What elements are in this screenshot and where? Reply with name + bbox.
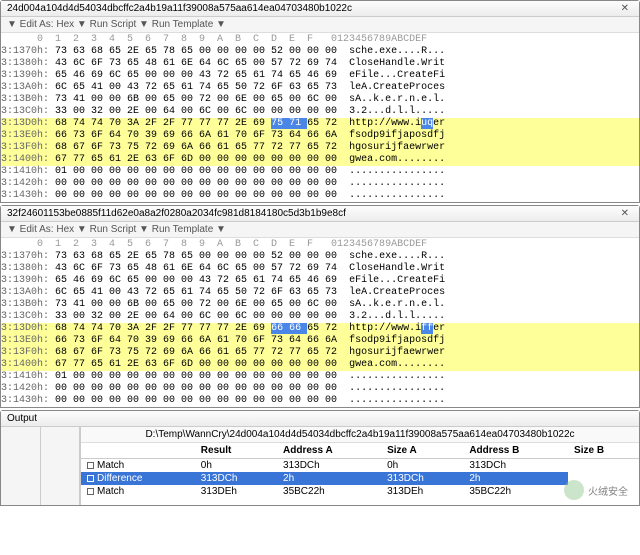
panel-2-rows[interactable]: 3:1370h: 73 63 68 65 2E 65 78 65 00 00 0… bbox=[1, 251, 639, 407]
panel-2-title: 32f24601153be0885f11d62e0a8a2f0280a2034f… bbox=[7, 208, 346, 219]
hex-row[interactable]: 3:13F0h: 68 67 6F 73 75 72 69 6A 66 61 6… bbox=[1, 347, 639, 359]
panel-1-content: 0 1 2 3 4 5 6 7 8 9 A B C D E F 01234567… bbox=[1, 33, 639, 202]
col-header[interactable]: Result bbox=[195, 443, 277, 459]
expand-icon[interactable] bbox=[87, 488, 94, 495]
hex-row[interactable]: 3:13A0h: 6C 65 41 00 43 72 65 61 74 65 5… bbox=[1, 82, 639, 94]
panel-1-toolbar[interactable]: ▼ Edit As: Hex ▼ Run Script ▼ Run Templa… bbox=[1, 17, 639, 33]
hex-row[interactable]: 3:1370h: 73 63 68 65 2E 65 78 65 00 00 0… bbox=[1, 46, 639, 58]
hex-row[interactable]: 3:13E0h: 66 73 6F 64 70 39 69 66 6A 61 7… bbox=[1, 335, 639, 347]
hex-row[interactable]: 3:1400h: 67 77 65 61 2E 63 6F 6D 00 00 0… bbox=[1, 154, 639, 166]
hex-row[interactable]: 3:1390h: 65 46 69 6C 65 00 00 00 43 72 6… bbox=[1, 70, 639, 82]
panel-1-header: 0 1 2 3 4 5 6 7 8 9 A B C D E F 01234567… bbox=[1, 33, 639, 46]
hex-row[interactable]: 3:13F0h: 68 67 6F 73 75 72 69 6A 66 61 6… bbox=[1, 142, 639, 154]
hex-row[interactable]: 3:13C0h: 33 00 32 00 2E 00 64 00 6C 00 6… bbox=[1, 106, 639, 118]
hex-row[interactable]: 3:1370h: 73 63 68 65 2E 65 78 65 00 00 0… bbox=[1, 251, 639, 263]
hex-row[interactable]: 3:13E0h: 66 73 6F 64 70 39 69 66 6A 61 7… bbox=[1, 130, 639, 142]
output-path: D:\Temp\WannCry\24d004a104d4d54034dbcffc… bbox=[81, 427, 639, 443]
hex-panel-1: 24d004a104d4d54034dbcffc2a4b19a11f39008a… bbox=[0, 0, 640, 203]
table-row[interactable]: Match0h313DCh0h313DCh bbox=[81, 459, 639, 473]
hex-row[interactable]: 3:1380h: 43 6C 6F 73 65 48 61 6E 64 6C 6… bbox=[1, 263, 639, 275]
expand-icon[interactable] bbox=[87, 462, 94, 469]
hex-panel-2: 32f24601153be0885f11d62e0a8a2f0280a2034f… bbox=[0, 205, 640, 408]
watermark: 火绒安全 bbox=[564, 480, 628, 500]
hex-row[interactable]: 3:1390h: 65 46 69 6C 65 00 00 00 43 72 6… bbox=[1, 275, 639, 287]
hex-row[interactable]: 3:1400h: 67 77 65 61 2E 63 6F 6D 00 00 0… bbox=[1, 359, 639, 371]
panel-2-content: 0 1 2 3 4 5 6 7 8 9 A B C D E F 01234567… bbox=[1, 238, 639, 407]
expand-icon[interactable] bbox=[87, 475, 94, 482]
panel-2-titlebar: 32f24601153be0885f11d62e0a8a2f0280a2034f… bbox=[1, 206, 639, 222]
panel-2-toolbar[interactable]: ▼ Edit As: Hex ▼ Run Script ▼ Run Templa… bbox=[1, 222, 639, 238]
panel-1-rows[interactable]: 3:1370h: 73 63 68 65 2E 65 78 65 00 00 0… bbox=[1, 46, 639, 202]
col-header[interactable]: Address B bbox=[463, 443, 568, 459]
hex-row[interactable]: 3:1410h: 01 00 00 00 00 00 00 00 00 00 0… bbox=[1, 166, 639, 178]
hex-row[interactable]: 3:1380h: 43 6C 6F 73 65 48 61 6E 64 6C 6… bbox=[1, 58, 639, 70]
hex-row[interactable]: 3:1420h: 00 00 00 00 00 00 00 00 00 00 0… bbox=[1, 178, 639, 190]
hex-row[interactable]: 3:1430h: 00 00 00 00 00 00 00 00 00 00 0… bbox=[1, 190, 639, 202]
close-icon[interactable]: ✕ bbox=[617, 3, 633, 14]
panel-1-title: 24d004a104d4d54034dbcffc2a4b19a11f39008a… bbox=[7, 3, 352, 14]
hex-row[interactable]: 3:13C0h: 33 00 32 00 2E 00 64 00 6C 00 6… bbox=[1, 311, 639, 323]
hex-row[interactable]: 3:13D0h: 68 74 74 70 3A 2F 2F 77 77 77 2… bbox=[1, 118, 639, 130]
hex-row[interactable]: 3:1430h: 00 00 00 00 00 00 00 00 00 00 0… bbox=[1, 395, 639, 407]
hex-row[interactable]: 3:1410h: 01 00 00 00 00 00 00 00 00 00 0… bbox=[1, 371, 639, 383]
output-sidebar bbox=[1, 427, 81, 505]
hex-row[interactable]: 3:13D0h: 68 74 74 70 3A 2F 2F 77 77 77 2… bbox=[1, 323, 639, 335]
col-header[interactable]: Size A bbox=[381, 443, 463, 459]
hex-row[interactable]: 3:13B0h: 73 41 00 00 6B 00 65 00 72 00 6… bbox=[1, 94, 639, 106]
col-header[interactable]: Size B bbox=[568, 443, 639, 459]
output-title: Output bbox=[1, 411, 639, 427]
panel-1-titlebar: 24d004a104d4d54034dbcffc2a4b19a11f39008a… bbox=[1, 1, 639, 17]
logo-icon bbox=[564, 480, 584, 500]
output-panel: Output D:\Temp\WannCry\24d004a104d4d5403… bbox=[0, 410, 640, 506]
panel-2-header: 0 1 2 3 4 5 6 7 8 9 A B C D E F 01234567… bbox=[1, 238, 639, 251]
col-header[interactable]: Address A bbox=[277, 443, 381, 459]
hex-row[interactable]: 3:13A0h: 6C 65 41 00 43 72 65 61 74 65 5… bbox=[1, 287, 639, 299]
table-row[interactable]: Difference313DCh2h313DCh2h bbox=[81, 472, 639, 485]
hex-row[interactable]: 3:13B0h: 73 41 00 00 6B 00 65 00 72 00 6… bbox=[1, 299, 639, 311]
table-row[interactable]: Match313DEh35BC22h313DEh35BC22h bbox=[81, 485, 639, 498]
output-table[interactable]: ResultAddress ASize AAddress BSize B Mat… bbox=[81, 443, 639, 498]
close-icon[interactable]: ✕ bbox=[617, 208, 633, 219]
hex-row[interactable]: 3:1420h: 00 00 00 00 00 00 00 00 00 00 0… bbox=[1, 383, 639, 395]
watermark-text: 火绒安全 bbox=[588, 483, 628, 498]
